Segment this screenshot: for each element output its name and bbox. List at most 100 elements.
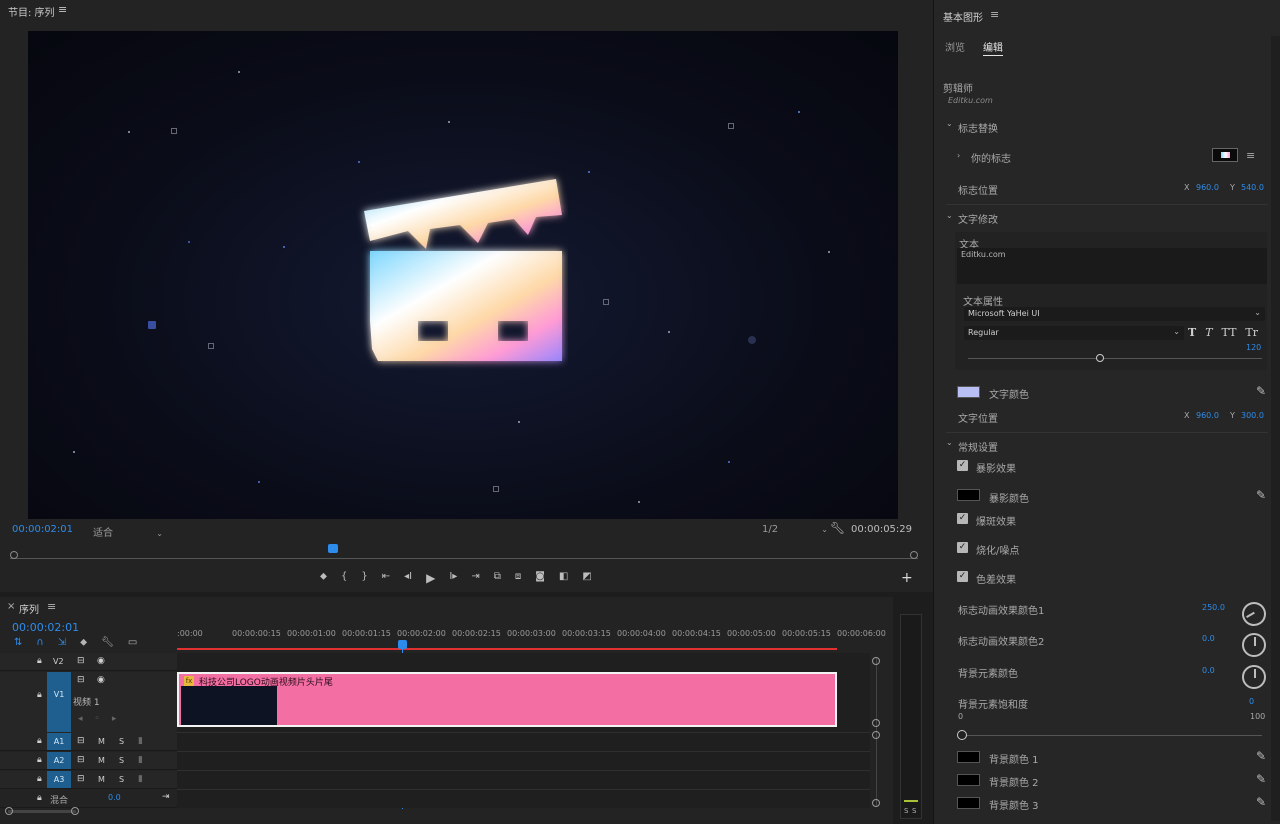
track-v2-label[interactable]: V2	[53, 657, 64, 666]
dial-icon[interactable]	[1242, 633, 1266, 657]
zoom-scrollbar[interactable]	[5, 807, 79, 815]
sync-lock-icon[interactable]: ⊟	[77, 774, 85, 784]
section-logo[interactable]: 标志替换	[958, 120, 998, 135]
settings-wrench-icon[interactable]: 🔧︎	[101, 637, 114, 648]
lock-icon[interactable]: 🔒︎	[37, 755, 42, 765]
sync-lock-icon[interactable]: ⊟	[77, 736, 85, 746]
chevron-down-icon[interactable]: ⌄	[946, 211, 953, 220]
go-to-out-icon[interactable]: ⇥	[471, 571, 479, 585]
lock-icon[interactable]: 🔒︎	[37, 690, 42, 700]
bg-color3-swatch[interactable]	[957, 797, 980, 809]
bg-color1-swatch[interactable]	[957, 751, 980, 763]
wrench-icon[interactable]: 🔧︎	[830, 521, 845, 535]
saturation-slider-thumb[interactable]	[957, 730, 967, 740]
close-icon[interactable]: ×	[7, 601, 15, 612]
program-title[interactable]: 节目: 序列	[8, 4, 55, 19]
logo-anim-color1-value[interactable]: 250.0	[1202, 603, 1225, 612]
lock-icon[interactable]: 🔒︎	[37, 736, 42, 746]
font-size-value[interactable]: 120	[1246, 343, 1261, 352]
tab-browse[interactable]: 浏览	[945, 39, 965, 54]
logo-x-value[interactable]: 960.0	[1196, 183, 1219, 192]
chevron-right-icon[interactable]: ›	[957, 151, 960, 160]
track-v1-target[interactable]: V1	[47, 672, 71, 732]
timeline-playhead-head[interactable]	[398, 640, 407, 649]
flare-checkbox[interactable]: ✓	[957, 513, 968, 524]
out-point-icon[interactable]: }	[361, 571, 367, 585]
font-size-slider[interactable]	[968, 354, 1262, 362]
captions-icon[interactable]: ▭	[128, 637, 137, 648]
section-general[interactable]: 常规设置	[958, 439, 998, 454]
logo-anim-color2-value[interactable]: 0.0	[1202, 634, 1215, 643]
voiceover-icon[interactable]: ▮	[138, 755, 143, 765]
small-caps-button[interactable]: Tr	[1245, 326, 1258, 339]
eyedropper-icon[interactable]: ✎	[1256, 795, 1266, 809]
italic-button[interactable]: T	[1205, 326, 1212, 339]
time-ruler[interactable]: :00:00 00:00:00:15 00:00:01:00 00:00:01:15 0…	[177, 627, 886, 650]
lock-icon[interactable]: 🔒︎	[37, 656, 42, 666]
tab-edit[interactable]: 编辑	[983, 39, 1003, 56]
font-dropdown[interactable]: Microsoft YaHei UI ⌄	[964, 307, 1265, 321]
eye-icon[interactable]: ◉	[97, 656, 105, 666]
dial-icon[interactable]	[1242, 665, 1266, 689]
eyedropper-icon[interactable]: ✎	[1256, 749, 1266, 763]
fit-dropdown[interactable]: 适合 ⌄	[93, 524, 163, 539]
track-a1-label[interactable]: A1	[47, 733, 71, 750]
bold-button[interactable]: T	[1188, 326, 1196, 339]
text-input[interactable]: Editku.com	[957, 248, 1267, 284]
play-icon[interactable]: ▶	[426, 571, 435, 585]
hamburger-icon[interactable]: ≡	[47, 600, 56, 613]
sequence-timecode[interactable]: 00:00:02:01	[12, 621, 79, 634]
lock-icon[interactable]: 🔒︎	[37, 793, 42, 803]
bg-color2-swatch[interactable]	[957, 774, 980, 786]
text-y-value[interactable]: 300.0	[1241, 411, 1264, 420]
nest-icon[interactable]: ⇅	[14, 637, 22, 648]
eye-icon[interactable]: ◉	[97, 675, 105, 685]
eyedropper-icon[interactable]: ✎	[1256, 488, 1266, 502]
current-timecode[interactable]: 00:00:02:01	[12, 524, 73, 535]
hamburger-icon[interactable]: ≡	[1246, 149, 1255, 162]
chroma-checkbox[interactable]: ✓	[957, 571, 968, 582]
go-to-in-icon[interactable]: ⇤	[382, 571, 390, 585]
voiceover-icon[interactable]: ▮	[138, 774, 143, 784]
bg-elem-sat-value[interactable]: 0	[1249, 697, 1254, 706]
all-caps-button[interactable]: TT	[1222, 326, 1237, 339]
video-preview[interactable]	[28, 31, 898, 519]
comparison-icon[interactable]: ◧	[559, 571, 568, 585]
blur-checkbox[interactable]: ✓	[957, 542, 968, 553]
linked-selection-icon[interactable]: ⇲	[58, 637, 66, 648]
text-color-swatch[interactable]	[957, 386, 980, 398]
in-point-icon[interactable]: {	[341, 571, 347, 585]
mute-button[interactable]: M	[98, 737, 105, 746]
track-a3-label[interactable]: A3	[47, 771, 71, 788]
mix-end-icon[interactable]: ⇥	[162, 792, 170, 802]
extract-icon[interactable]: ⧈	[515, 571, 521, 585]
eg-title[interactable]: 基本图形	[943, 9, 983, 24]
resolution-dropdown[interactable]: 1/2 ⌄	[762, 524, 828, 535]
sync-lock-icon[interactable]: ⊟	[77, 656, 85, 666]
bg-elem-color-value[interactable]: 0.0	[1202, 666, 1215, 675]
shadow-color-swatch[interactable]	[957, 489, 980, 501]
saturation-slider[interactable]	[957, 730, 1262, 740]
multicam-icon[interactable]: ◩	[582, 571, 591, 585]
mix-value[interactable]: 0.0	[108, 793, 121, 802]
sync-lock-icon[interactable]: ⊟	[77, 755, 85, 765]
shadow-checkbox[interactable]: ✓	[957, 460, 968, 471]
add-button-icon[interactable]: +	[901, 570, 913, 586]
sequence-tab[interactable]: 序列	[19, 601, 39, 616]
work-area-bar[interactable]	[177, 648, 837, 650]
eg-scrollbar[interactable]	[1271, 36, 1280, 821]
text-x-value[interactable]: 960.0	[1196, 411, 1219, 420]
mute-button[interactable]: M	[98, 756, 105, 765]
lift-icon[interactable]: ⧉	[494, 571, 501, 585]
eyedropper-icon[interactable]: ✎	[1256, 772, 1266, 786]
video-clip[interactable]: fx 科技公司LOGO动画视频片头片尾	[177, 672, 837, 727]
logo-y-value[interactable]: 540.0	[1241, 183, 1264, 192]
hamburger-icon[interactable]: ≡	[58, 3, 67, 16]
sync-lock-icon[interactable]: ⊟	[77, 675, 85, 685]
keyframe-nav-icon[interactable]: ◂◦▸	[78, 714, 128, 724]
snap-icon[interactable]: ∩	[36, 637, 43, 648]
solo-button[interactable]: S	[119, 737, 124, 746]
program-playhead[interactable]	[327, 544, 338, 553]
solo-button[interactable]: S	[119, 756, 124, 765]
chevron-down-icon[interactable]: ⌄	[946, 438, 953, 447]
